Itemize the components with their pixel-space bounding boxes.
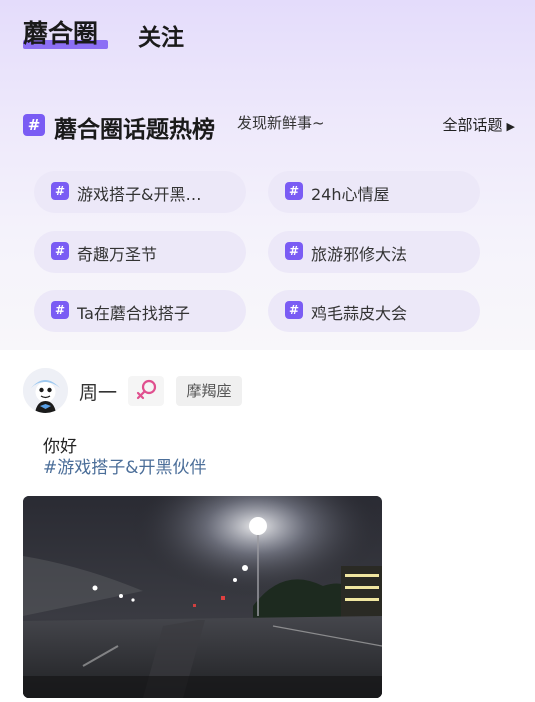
gender-badge bbox=[128, 376, 164, 406]
post-image[interactable] bbox=[23, 496, 382, 698]
topic-label: 鸡毛蒜皮大会 bbox=[311, 304, 408, 323]
hashtag-icon: # bbox=[285, 301, 303, 319]
play-arrow-icon: ▶ bbox=[506, 120, 515, 133]
hashtag-icon: # bbox=[23, 114, 45, 136]
tab-mohe-circle[interactable]: 蘑合圈 bbox=[23, 14, 98, 50]
section-subtitle: 发现新鲜事~ bbox=[237, 114, 325, 132]
topic-chip[interactable]: # 游戏搭子&开黑… bbox=[34, 171, 246, 213]
topic-label: 游戏搭子&开黑… bbox=[77, 185, 202, 204]
topic-label: Ta在蘑合找搭子 bbox=[77, 304, 190, 323]
hashtag-icon: # bbox=[51, 242, 69, 260]
topic-label: 奇趣万圣节 bbox=[77, 245, 158, 264]
topic-chip[interactable]: # 奇趣万圣节 bbox=[34, 231, 246, 273]
topic-label: 24h心情屋 bbox=[311, 185, 390, 204]
hashtag-icon: # bbox=[51, 301, 69, 319]
topic-chip[interactable]: # 旅游邪修大法 bbox=[268, 231, 480, 273]
zodiac-badge: 摩羯座 bbox=[176, 376, 242, 406]
tab-follow[interactable]: 关注 bbox=[138, 18, 184, 52]
all-topics-link[interactable]: 全部话题 ▶ bbox=[443, 114, 515, 135]
female-icon bbox=[136, 379, 157, 400]
hashtag-icon: # bbox=[285, 242, 303, 260]
author-name[interactable]: 周一 bbox=[79, 378, 117, 405]
topic-label: 旅游邪修大法 bbox=[311, 245, 408, 264]
avatar[interactable] bbox=[23, 368, 68, 413]
section-title: 蘑合圈话题热榜 bbox=[54, 117, 215, 143]
all-topics-label: 全部话题 bbox=[442, 116, 503, 134]
hot-topics-header: # 蘑合圈话题热榜 发现新鲜事~ 全部话题 ▶ bbox=[23, 110, 518, 143]
hashtag-icon: # bbox=[285, 182, 303, 200]
topic-chip[interactable]: # 鸡毛蒜皮大会 bbox=[268, 290, 480, 332]
topic-chip[interactable]: # Ta在蘑合找搭子 bbox=[34, 290, 246, 332]
hashtag-icon: # bbox=[51, 182, 69, 200]
post-topic-link[interactable]: #游戏搭子&开黑伙伴 bbox=[43, 453, 207, 478]
topic-chip[interactable]: # 24h心情屋 bbox=[268, 171, 480, 213]
